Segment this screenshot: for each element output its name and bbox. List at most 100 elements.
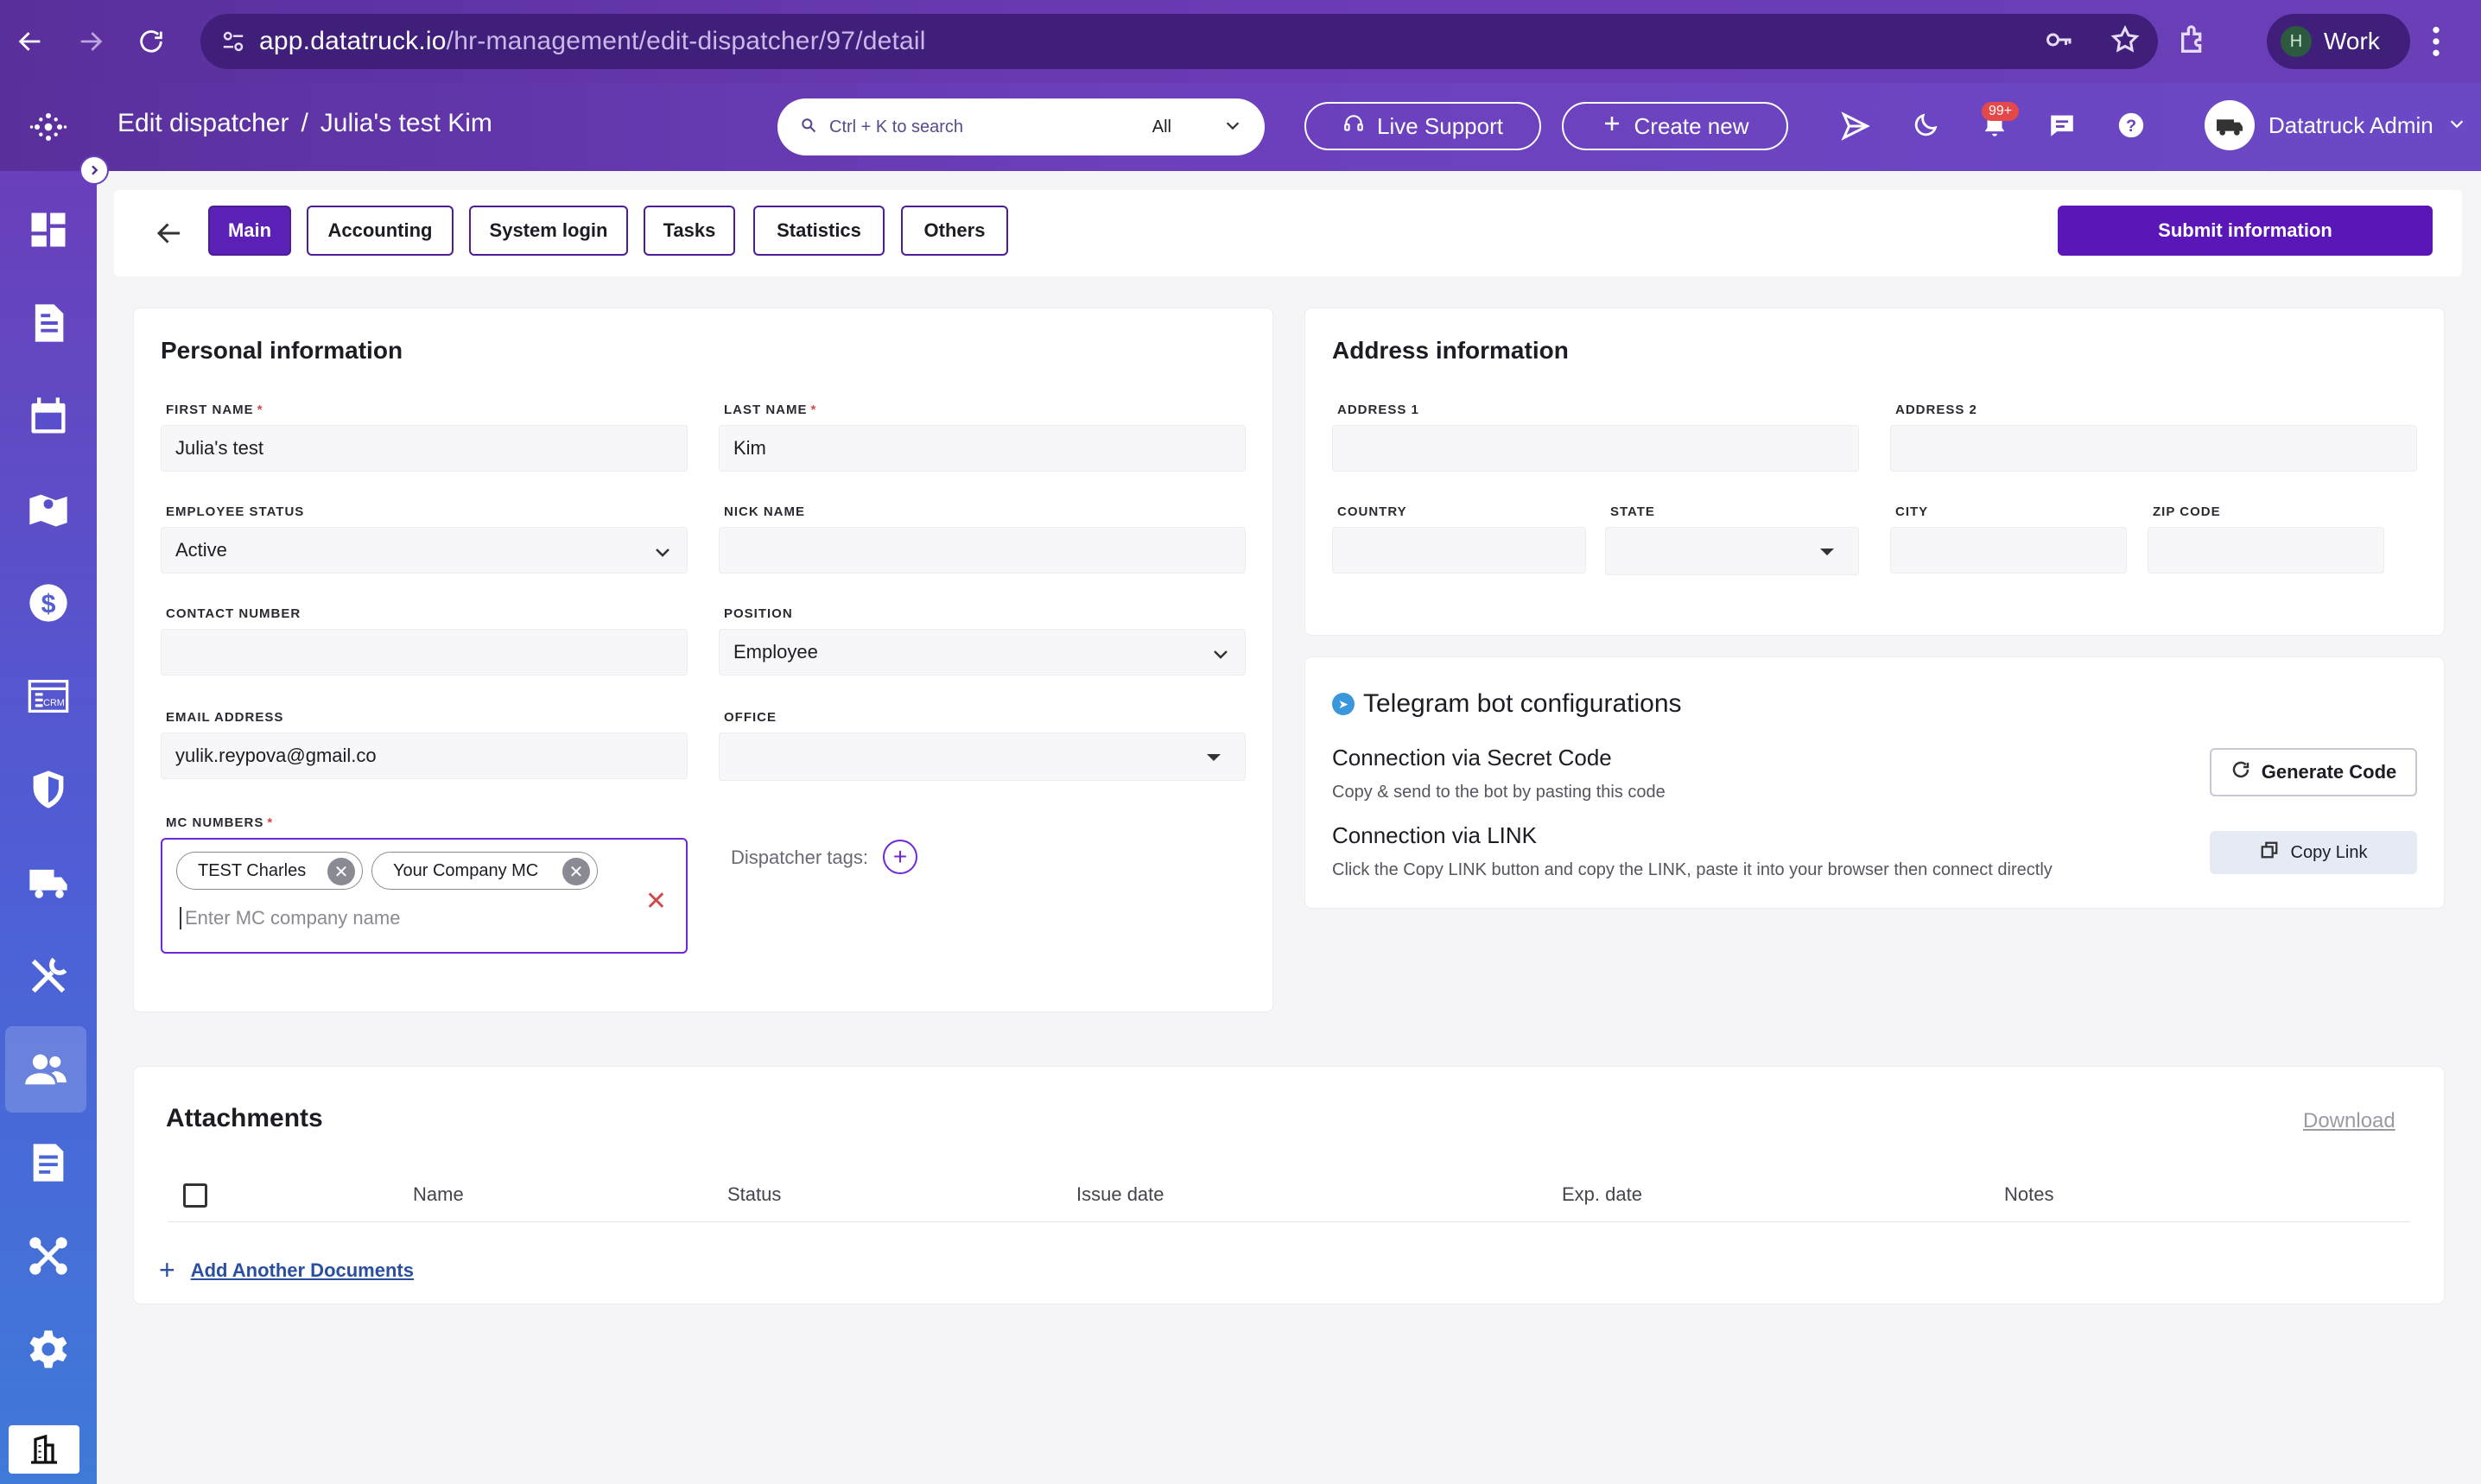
extensions-icon[interactable]: [2177, 22, 2211, 61]
zip-code-field[interactable]: [2148, 527, 2384, 574]
tab-statistics[interactable]: Statistics: [753, 206, 885, 256]
first-name-label: FIRST NAME *: [166, 403, 263, 417]
search-input[interactable]: Ctrl + K to search: [829, 117, 1152, 137]
column-header-status: Status: [727, 1183, 782, 1205]
reload-icon[interactable]: [121, 0, 181, 83]
url-path: /hr-management/edit-dispatcher/97/detail: [446, 27, 926, 55]
sidebar-item-hr[interactable]: [5, 1026, 86, 1113]
city-field[interactable]: [1890, 527, 2127, 574]
remove-chip-icon[interactable]: ✕: [327, 858, 355, 885]
settings-icon: [29, 1330, 67, 1368]
state-select[interactable]: [1605, 527, 1859, 575]
sidebar-item-dashboard[interactable]: [0, 187, 97, 273]
address1-field[interactable]: [1332, 425, 1859, 472]
back-icon[interactable]: [0, 0, 60, 83]
datatruck-logo-icon[interactable]: [0, 83, 97, 171]
sidebar-item-fleet[interactable]: [0, 840, 97, 926]
city-label: CITY: [1895, 504, 1929, 519]
sidebar-collapse-button[interactable]: [79, 155, 109, 185]
generate-code-button[interactable]: Generate Code: [2210, 748, 2417, 796]
download-link[interactable]: Download: [2303, 1109, 2395, 1133]
help-icon[interactable]: ?: [2116, 111, 2146, 144]
contact-number-field[interactable]: [161, 629, 688, 675]
sidebar-item-map[interactable]: [0, 466, 97, 553]
chevron-down-icon[interactable]: [1223, 116, 1242, 139]
sidebar-item-calendar[interactable]: [0, 373, 97, 460]
personal-information-title: Personal information: [161, 337, 403, 364]
sidebar-item-security[interactable]: [0, 746, 97, 833]
sidebar-item-finance[interactable]: $: [0, 560, 97, 646]
address1-label: ADDRESS 1: [1337, 403, 1419, 417]
headset-icon: [1342, 112, 1365, 141]
link-connection-title: Connection via LINK: [1332, 822, 1538, 848]
address2-field[interactable]: [1890, 425, 2417, 472]
last-name-field[interactable]: Kim: [719, 425, 1246, 472]
attachments-title: Attachments: [166, 1104, 323, 1132]
forward-icon[interactable]: [60, 0, 121, 83]
employee-status-label: EMPLOYEE STATUS: [166, 504, 305, 519]
mc-chip-label: Your Company MC: [393, 860, 539, 880]
sidebar-item-crm[interactable]: CRM: [0, 653, 97, 739]
sidebar-item-integrations[interactable]: [0, 1213, 97, 1299]
map-icon: [29, 494, 67, 527]
chevron-down-icon: [1210, 644, 1231, 669]
mc-chip-label: TEST Charles: [198, 860, 307, 880]
breadcrumb-separator: /: [301, 109, 308, 137]
column-header-notes: Notes: [2004, 1183, 2054, 1205]
office-select[interactable]: [719, 732, 1246, 781]
employee-status-select[interactable]: Active: [161, 527, 688, 574]
mc-numbers-multiselect[interactable]: TEST Charles ✕ Your Company MC ✕ ✕ Enter…: [161, 838, 688, 954]
submit-information-button[interactable]: Submit information: [2058, 206, 2433, 256]
create-new-button[interactable]: Create new: [1562, 102, 1788, 150]
key-icon[interactable]: [2044, 24, 2075, 60]
breadcrumb-section[interactable]: Edit dispatcher: [117, 109, 289, 138]
chat-icon[interactable]: [2047, 111, 2077, 144]
app-header: Edit dispatcher / Julia's test Kim Ctrl …: [0, 83, 2481, 171]
tab-accounting[interactable]: Accounting: [307, 206, 454, 256]
clear-selection-icon[interactable]: ✕: [645, 886, 667, 916]
sidebar-item-maintenance[interactable]: [0, 933, 97, 1019]
mc-company-search-input[interactable]: Enter MC company name: [180, 907, 400, 929]
position-select[interactable]: Employee: [719, 629, 1246, 675]
search-scope-select[interactable]: All: [1152, 117, 1171, 137]
send-icon[interactable]: [1840, 111, 1871, 146]
copy-link-button[interactable]: Copy Link: [2210, 831, 2417, 874]
site-settings-icon[interactable]: [207, 29, 259, 54]
mc-chip: TEST Charles ✕: [176, 852, 363, 890]
add-another-documents-link[interactable]: + Add Another Documents: [159, 1254, 414, 1286]
dark-mode-icon[interactable]: [1911, 111, 1940, 144]
email-address-field[interactable]: yulik.reypova@gmail.co: [161, 732, 688, 779]
profile-button[interactable]: H Work: [2267, 14, 2410, 69]
tab-others[interactable]: Others: [901, 206, 1008, 256]
company-button[interactable]: [9, 1425, 79, 1474]
notification-badge: 99+: [1982, 102, 2020, 121]
sidebar-item-settings[interactable]: [0, 1306, 97, 1392]
mc-chip: Your Company MC ✕: [371, 852, 598, 890]
tab-main[interactable]: Main: [208, 206, 291, 256]
attachments-card: [133, 1066, 2445, 1304]
back-arrow-icon[interactable]: [154, 218, 185, 253]
sidebar-item-reports[interactable]: [0, 1119, 97, 1206]
nick-name-field[interactable]: [719, 527, 1246, 574]
tab-tasks[interactable]: Tasks: [644, 206, 735, 256]
global-search[interactable]: Ctrl + K to search All: [777, 98, 1265, 155]
remove-chip-icon[interactable]: ✕: [562, 858, 590, 885]
tabs-bar: Main Accounting System login Tasks Stati…: [114, 190, 2462, 276]
crm-icon: CRM: [28, 680, 69, 713]
breadcrumb-current: Julia's test Kim: [320, 109, 492, 137]
sidebar-item-documents[interactable]: [0, 280, 97, 366]
add-tag-icon[interactable]: +: [883, 840, 917, 874]
admin-menu[interactable]: Datatruck Admin: [2205, 100, 2466, 150]
tab-system-login[interactable]: System login: [469, 206, 628, 256]
dollar-icon: $: [29, 584, 67, 622]
column-header-exp-date: Exp. date: [1562, 1183, 1642, 1205]
country-field[interactable]: [1332, 527, 1586, 574]
select-all-checkbox[interactable]: [183, 1183, 207, 1208]
live-support-button[interactable]: Live Support: [1304, 102, 1541, 150]
more-menu-icon[interactable]: [2429, 24, 2443, 63]
telegram-title-text: Telegram bot configurations: [1363, 689, 1682, 718]
first-name-field[interactable]: Julia's test: [161, 425, 688, 472]
address-bar[interactable]: app.datatruck.io/hr-management/edit-disp…: [200, 14, 2158, 69]
last-name-label: LAST NAME *: [724, 403, 817, 417]
bookmark-star-icon[interactable]: [2110, 24, 2141, 60]
